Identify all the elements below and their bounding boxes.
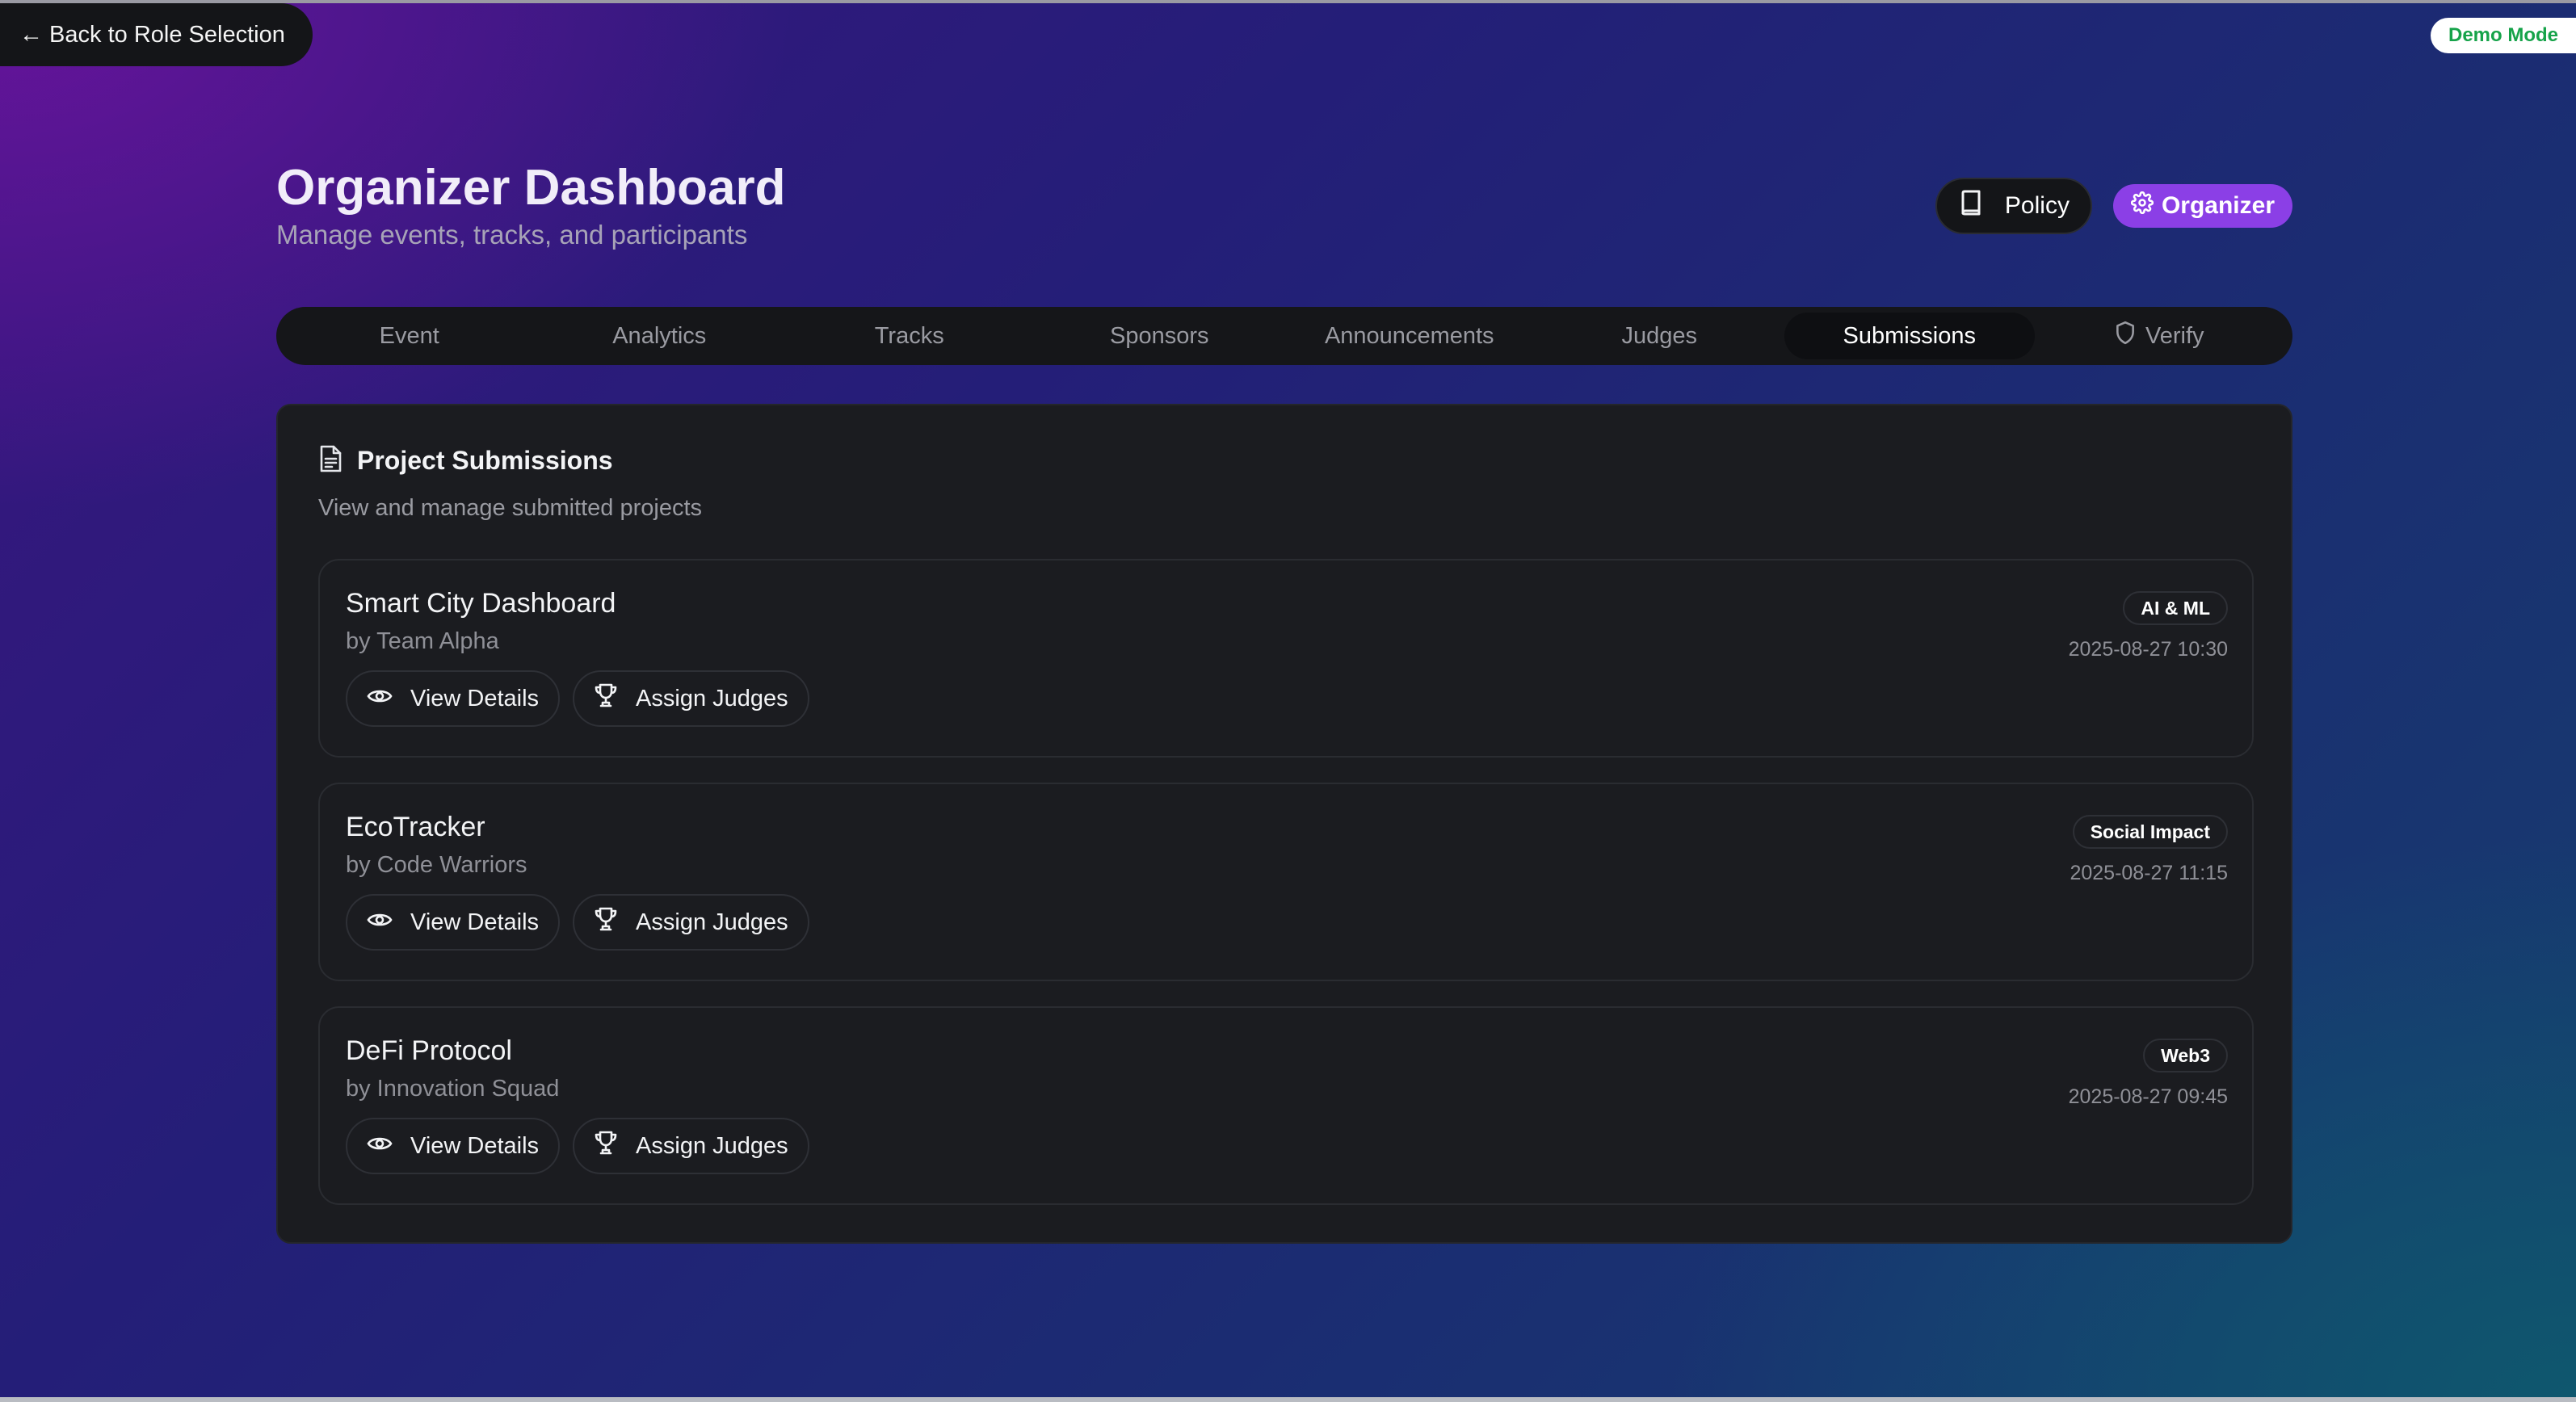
track-badge: AI & ML [2123, 591, 2228, 625]
tab-verify[interactable]: Verify [2035, 313, 2285, 359]
policy-label: Policy [2004, 192, 2070, 219]
tab-label: Tracks [874, 322, 944, 349]
view-details-button[interactable]: View Details [346, 1118, 561, 1174]
view-details-label: View Details [410, 1132, 540, 1159]
panel-title: Project Submissions [357, 446, 613, 475]
back-to-role-selection-button[interactable]: ← Back to Role Selection [0, 3, 313, 66]
policy-button[interactable]: Policy [1935, 178, 2092, 234]
view-details-label: View Details [410, 685, 540, 711]
eye-icon [367, 1133, 393, 1160]
assign-judges-button[interactable]: Assign Judges [573, 1118, 809, 1174]
project-submissions-panel: Project Submissions View and manage subm… [276, 404, 2292, 1244]
organizer-role-button[interactable]: Organizer [2112, 184, 2292, 228]
tab-label: Announcements [1324, 322, 1494, 349]
assign-judges-label: Assign Judges [636, 909, 788, 935]
project-name: DeFi Protocol [346, 1035, 512, 1066]
track-badge: Social Impact [2072, 815, 2228, 849]
tab-label: Event [379, 322, 439, 349]
trophy-icon [594, 906, 618, 938]
window-top-border [0, 0, 2576, 3]
submission-timestamp: 2025-08-27 11:15 [2070, 862, 2228, 884]
assign-judges-label: Assign Judges [636, 685, 788, 711]
tab-label: Judges [1621, 322, 1697, 349]
team-name: by Innovation Squad [346, 1076, 560, 1102]
panel-title-row: Project Submissions [318, 444, 702, 477]
back-label: ← Back to Role Selection [19, 21, 285, 48]
tab-label: Verify [2145, 322, 2204, 349]
panel-description: View and manage submitted projects [318, 495, 703, 521]
demo-mode-badge: Demo Mode [2430, 18, 2576, 53]
tab-label: Analytics [612, 322, 707, 349]
trophy-icon [594, 1130, 618, 1162]
shield-icon [2115, 321, 2136, 351]
tab-sponsors[interactable]: Sponsors [1035, 313, 1285, 359]
tab-event[interactable]: Event [284, 313, 535, 359]
assign-judges-button[interactable]: Assign Judges [573, 894, 809, 951]
tab-submissions[interactable]: Submissions [1784, 313, 2035, 359]
assign-judges-label: Assign Judges [636, 1132, 788, 1159]
view-details-button[interactable]: View Details [346, 894, 561, 951]
project-name: Smart City Dashboard [346, 588, 616, 619]
eye-icon [367, 686, 393, 712]
gear-icon [2130, 191, 2154, 220]
submission-actions: View Details Assign Judges [346, 1118, 809, 1174]
tab-analytics[interactable]: Analytics [535, 313, 785, 359]
assign-judges-button[interactable]: Assign Judges [573, 670, 809, 727]
book-icon [1960, 190, 1982, 222]
team-name: by Code Warriors [346, 852, 527, 878]
document-icon [318, 444, 342, 477]
submission-item: Smart City Dashboard by Team Alpha View … [318, 559, 2254, 758]
demo-mode-label: Demo Mode [2448, 24, 2558, 46]
header-actions: Policy Organizer [1935, 178, 2292, 234]
submission-timestamp: 2025-08-27 10:30 [2068, 638, 2228, 661]
team-name: by Team Alpha [346, 628, 499, 654]
tab-label: Sponsors [1109, 322, 1209, 349]
eye-icon [367, 909, 393, 936]
panel-header: Project Submissions View and manage subm… [318, 444, 702, 522]
trophy-icon [594, 682, 618, 715]
submission-actions: View Details Assign Judges [346, 670, 809, 727]
submission-item: DeFi Protocol by Innovation Squad View D… [318, 1006, 2254, 1205]
tab-judges[interactable]: Judges [1535, 313, 1785, 359]
project-name: EcoTracker [346, 812, 485, 842]
page-header: Organizer Dashboard Manage events, track… [276, 158, 2292, 255]
submission-timestamp: 2025-08-27 09:45 [2068, 1085, 2228, 1108]
view-details-button[interactable]: View Details [346, 670, 561, 727]
organizer-label: Organizer [2161, 192, 2275, 219]
track-badge: Web3 [2143, 1039, 2228, 1072]
view-details-label: View Details [410, 909, 540, 935]
submission-actions: View Details Assign Judges [346, 894, 809, 951]
window-bottom-border [0, 1397, 2576, 1402]
tab-tracks[interactable]: Tracks [784, 313, 1035, 359]
dashboard-tabs: Event Analytics Tracks Sponsors Announce… [276, 307, 2292, 365]
tab-announcements[interactable]: Announcements [1284, 313, 1535, 359]
submission-item: EcoTracker by Code Warriors View Details… [318, 783, 2254, 981]
tab-label: Submissions [1843, 322, 1976, 349]
